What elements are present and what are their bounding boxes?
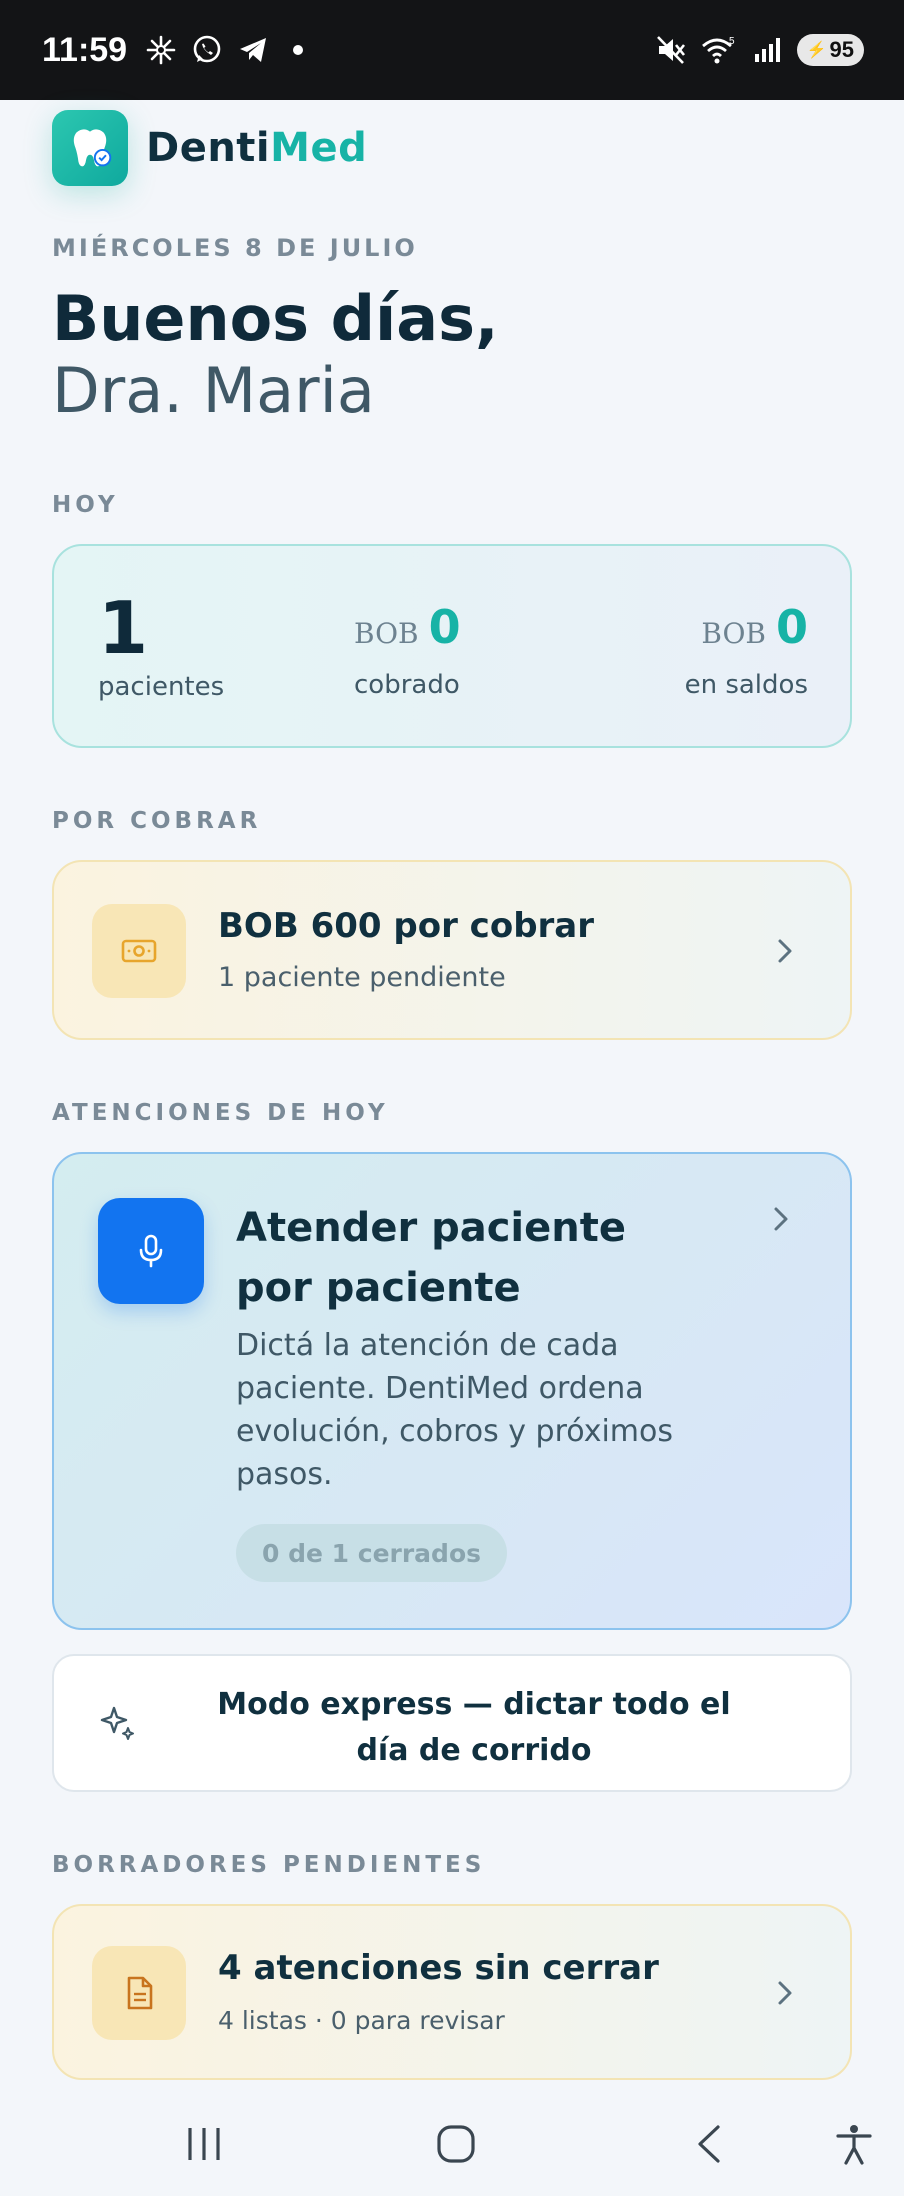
status-bar: 11:59 5 ⚡ 95 [0, 0, 904, 100]
drafts-card[interactable]: 4 atenciones sin cerrar 4 listas · 0 par… [52, 1904, 852, 2080]
collected-label: cobrado [354, 670, 460, 700]
microphone-icon [98, 1198, 204, 1304]
patients-count: 1 [98, 586, 149, 670]
section-label-attentions: ATENCIONES DE HOY [52, 1100, 389, 1126]
mute-icon [656, 36, 685, 64]
express-mode-button[interactable]: Modo express — dictar todo el día de cor… [52, 1654, 852, 1792]
app-header: DentiMed [52, 110, 367, 186]
signal-icon [754, 38, 780, 62]
svg-text:5: 5 [729, 36, 735, 47]
wifi-icon: 5 [701, 36, 735, 64]
telegram-icon [240, 38, 267, 62]
collected-amount: BOB 0 [354, 600, 461, 654]
home-button[interactable] [426, 2114, 486, 2174]
greeting-name: Dra. Maria [52, 354, 375, 427]
document-icon [92, 1946, 186, 2040]
balance-amount: BOB 0 [701, 600, 808, 654]
express-mode-label: Modo express — dictar todo el día de cor… [217, 1687, 731, 1768]
receivables-title: BOB 600 por cobrar [218, 906, 595, 946]
receivables-subtitle: 1 paciente pendiente [218, 962, 506, 993]
drafts-title: 4 atenciones sin cerrar [218, 1948, 659, 1988]
back-button[interactable] [680, 2114, 740, 2174]
chevron-right-icon [778, 939, 792, 963]
collected-value: 0 [428, 600, 461, 654]
home-icon [437, 2125, 475, 2163]
drafts-subtitle: 4 listas · 0 para revisar [218, 2006, 505, 2035]
sparkles-icon [100, 1706, 134, 1740]
dot-icon [293, 45, 304, 55]
back-icon [698, 2125, 720, 2163]
accessibility-icon [836, 2125, 872, 2165]
brand-suffix: Med [270, 125, 368, 171]
recent-apps-icon [188, 2128, 220, 2160]
whatsapp-icon [193, 35, 221, 63]
attend-progress-badge: 0 de 1 cerrados [236, 1524, 508, 1582]
balance-currency: BOB [701, 617, 766, 650]
battery-level: 95 [829, 37, 854, 62]
accessibility-button[interactable] [824, 2114, 884, 2174]
receivables-card[interactable]: BOB 600 por cobrar 1 paciente pendiente [52, 860, 852, 1040]
chevron-right-icon [774, 1207, 788, 1231]
greeting-title: Buenos días, [52, 282, 499, 355]
date-label: MIÉRCOLES 8 DE JULIO [52, 234, 418, 262]
tooth-icon [52, 110, 128, 186]
attend-patient-card[interactable]: Atender paciente por paciente Dictá la a… [52, 1152, 852, 1630]
balance-value: 0 [775, 600, 808, 654]
cash-icon [92, 904, 186, 998]
section-label-drafts: BORRADORES PENDIENTES [52, 1852, 486, 1878]
battery-icon: ⚡ 95 [796, 34, 864, 66]
status-time: 11:59 [42, 30, 128, 69]
attend-title: Atender paciente por paciente [236, 1205, 626, 1311]
pinwheel-icon [146, 35, 176, 65]
balance-label: en saldos [684, 670, 808, 700]
attend-description: Dictá la atención de cada paciente. Dent… [236, 1328, 674, 1492]
today-stats-card: 1 pacientes BOB 0 cobrado BOB 0 en saldo… [52, 544, 852, 748]
section-label-receivables: POR COBRAR [52, 808, 262, 834]
recent-apps-button[interactable] [174, 2114, 234, 2174]
patients-label: pacientes [98, 672, 225, 702]
chevron-right-icon [778, 1981, 792, 2005]
brand-prefix: Denti [146, 125, 271, 171]
section-label-today: HOY [52, 492, 119, 518]
system-navigation-bar [0, 2096, 904, 2196]
collected-currency: BOB [354, 617, 419, 650]
brand-name: DentiMed [146, 125, 367, 171]
